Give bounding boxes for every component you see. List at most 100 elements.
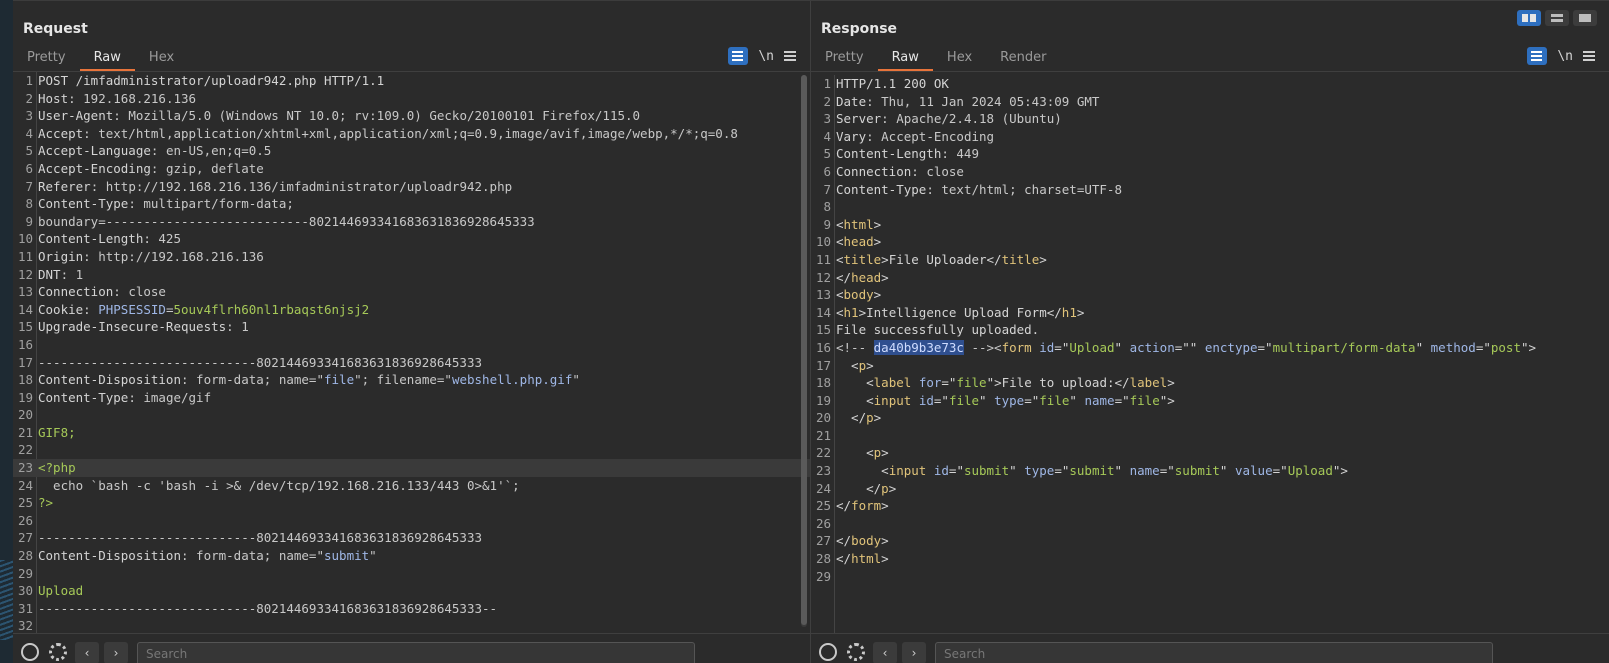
code-token: form [851, 498, 882, 514]
code-token: <!-- [836, 339, 874, 355]
code-token: : http://192.168.216.136 [83, 248, 264, 264]
code-token: HTTP/1.1 200 OK [836, 76, 949, 91]
line-number: 13 [815, 287, 831, 303]
hamburger-menu-icon[interactable] [1583, 51, 1595, 61]
line-number: 6 [823, 163, 831, 179]
chevron-left-icon[interactable]: ‹ [873, 642, 897, 663]
tab-raw[interactable]: Raw [79, 45, 135, 71]
scrollbar-thumb[interactable] [801, 75, 807, 625]
request-editor[interactable]: 1 POST /imfadministrator/uploadr942.php H… [13, 72, 810, 633]
split-rows-layout-icon[interactable] [1545, 10, 1569, 26]
line-text: <head> [836, 233, 881, 251]
code-token: action [1129, 339, 1175, 355]
code-token: input [873, 392, 912, 408]
code-token: DNT [38, 266, 61, 282]
code-token: </ [836, 533, 852, 549]
code-line: 11 <title>File Uploader</title> [811, 251, 1609, 269]
tab-pretty[interactable]: Pretty [13, 45, 80, 71]
line-number: 2 [25, 90, 33, 106]
code-line: 19 Content-Type: image/gif [13, 389, 810, 407]
code-line: 4 Vary: Accept-Encoding [811, 128, 1609, 146]
line-text: User-Agent: Mozilla/5.0 (Windows NT 10.0… [38, 107, 640, 125]
response-search-bar: ‹ › Search [811, 633, 1609, 663]
code-token: User-Agent [38, 108, 114, 124]
code-token: submit [324, 548, 370, 564]
request-scrollbar[interactable] [801, 75, 807, 627]
single-pane-layout-icon[interactable] [1573, 10, 1597, 26]
word-wrap-icon[interactable] [1527, 47, 1548, 65]
code-token: Date [836, 93, 867, 109]
code-token: =" [933, 392, 949, 408]
code-line: 19 <input id="file" type="file" name="fi… [811, 392, 1609, 410]
search-input[interactable]: Search [137, 642, 695, 663]
code-token: multipart/form-data [1272, 339, 1416, 355]
word-wrap-icon[interactable] [728, 47, 749, 65]
line-text: Referer: http://192.168.216.136/imfadmin… [38, 178, 512, 196]
line-text: Content-Length: 425 [38, 230, 181, 248]
split-columns-layout-icon[interactable] [1517, 10, 1541, 26]
code-token: =" [941, 375, 957, 391]
code-token: >Intelligence Upload Form</ [858, 304, 1062, 320]
code-token: -->< [963, 339, 1002, 355]
code-token: html [843, 216, 874, 232]
code-line: 10 <head> [811, 233, 1609, 251]
chevron-right-icon[interactable]: › [104, 642, 128, 663]
tab-hex[interactable]: Hex [933, 45, 986, 71]
code-token: </ [836, 551, 852, 567]
code-token: " [1009, 463, 1025, 479]
code-token: >File Uploader</ [881, 251, 1002, 267]
tab-hex[interactable]: Hex [135, 45, 188, 71]
help-icon[interactable] [21, 643, 39, 661]
code-token: name [1129, 463, 1160, 479]
tab-pretty[interactable]: Pretty [811, 45, 878, 71]
tab-render[interactable]: Render [986, 45, 1060, 71]
line-text: Accept-Encoding: gzip, deflate [38, 160, 264, 178]
request-lines: 1 POST /imfadministrator/uploadr942.php H… [13, 72, 810, 633]
line-number: 7 [25, 178, 33, 194]
code-token: > [881, 498, 889, 514]
code-token: : text/html; charset=UTF-8 [926, 181, 1122, 197]
code-line: 3 User-Agent: Mozilla/5.0 (Windows NT 10.… [13, 107, 810, 125]
hamburger-menu-icon[interactable] [784, 51, 796, 61]
tab-raw[interactable]: Raw [877, 45, 933, 71]
chevron-left-icon[interactable]: ‹ [75, 642, 99, 663]
show-newlines-button[interactable]: \n [1557, 49, 1573, 64]
response-editor[interactable]: 1 HTTP/1.1 200 OK 2 Date: Thu, 11 Jan 2024 … [811, 75, 1609, 633]
code-token: : gzip, deflate [150, 160, 264, 176]
line-text: </html> [836, 550, 889, 568]
line-number: 26 [815, 515, 831, 531]
code-token: " [1069, 392, 1085, 408]
line-text: </p> [836, 409, 881, 427]
gear-icon[interactable] [49, 643, 67, 661]
line-number: 15 [17, 319, 33, 335]
code-token: > [1076, 304, 1085, 320]
line-text: Content-Disposition: form-data; name="fi… [38, 371, 580, 389]
line-text: Accept-Language: en-US,en;q=0.5 [38, 142, 271, 160]
code-token: POST /imfadministrator/uploadr942.php HT… [38, 73, 385, 88]
line-text: <?php [38, 459, 76, 477]
code-token: " [1114, 339, 1130, 355]
code-token: Vary [836, 128, 867, 144]
code-line: 25 </form> [811, 497, 1609, 515]
line-text: -----------------------------80214469334… [38, 600, 497, 618]
help-icon[interactable] [819, 643, 837, 661]
code-token: " [1219, 463, 1235, 479]
line-number: 4 [25, 125, 33, 141]
line-text: Upgrade-Insecure-Requests: 1 [38, 318, 249, 336]
chevron-right-icon[interactable]: › [902, 642, 926, 663]
code-token: file [1129, 392, 1160, 408]
code-line: 28 Content-Disposition: form-data; name="… [13, 547, 810, 565]
show-newlines-button[interactable]: \n [758, 49, 774, 64]
search-input[interactable]: Search [935, 642, 1493, 663]
request-search-bar: ‹ › Search [13, 633, 810, 663]
code-token: input [888, 463, 927, 479]
code-line: 13 <body> [811, 286, 1609, 304]
code-line: 27 -----------------------------802144693… [13, 529, 810, 547]
code-token: > [881, 269, 889, 285]
line-text: Content-Type: multipart/form-data; [38, 195, 294, 213]
gear-icon[interactable] [847, 643, 865, 661]
code-token: label [873, 375, 912, 391]
code-line: 3 Server: Apache/2.4.18 (Ubuntu) [811, 110, 1609, 128]
code-token: : 1 [226, 319, 249, 335]
line-number: 15 [815, 322, 831, 338]
